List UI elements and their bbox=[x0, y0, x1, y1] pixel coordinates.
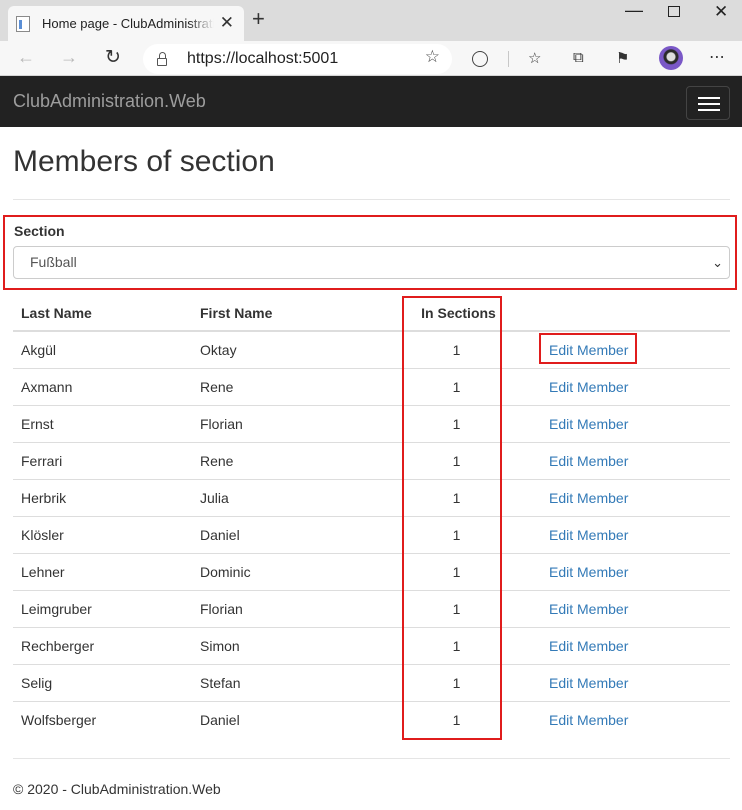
table-row: Klösler Daniel 1 Edit Member bbox=[13, 516, 730, 554]
cell-last-name: Lehner bbox=[13, 553, 192, 591]
cell-first-name: Rene bbox=[192, 368, 383, 406]
hamburger-menu-button[interactable] bbox=[686, 86, 730, 120]
cell-actions: Edit Member bbox=[520, 701, 730, 738]
edit-member-highlight-box bbox=[539, 333, 637, 364]
section-selected-value: Fußball bbox=[30, 254, 77, 270]
browser-tab-bar: Home page - ClubAdministration.Web ✕ + —… bbox=[0, 0, 742, 41]
cell-actions: Edit Member bbox=[520, 590, 730, 628]
cell-last-name: Selig bbox=[13, 664, 192, 702]
table-row: Wolfsberger Daniel 1 Edit Member bbox=[13, 701, 730, 738]
cell-first-name: Daniel bbox=[200, 711, 240, 728]
navbar-brand[interactable]: ClubAdministration.Web bbox=[13, 91, 206, 112]
cell-last-name: Wolfsberger bbox=[21, 711, 97, 728]
feedback-icon[interactable]: ⚑ bbox=[616, 49, 629, 67]
profile-avatar-icon[interactable] bbox=[659, 46, 683, 70]
collections-icon[interactable]: ⧉ bbox=[573, 49, 584, 66]
edit-member-link[interactable]: Edit Member bbox=[549, 527, 628, 543]
chevron-down-icon: ⌄ bbox=[712, 255, 723, 270]
favorites-list-icon[interactable]: ☆ bbox=[528, 49, 541, 67]
lock-icon[interactable] bbox=[157, 51, 167, 66]
cell-first-name: Julia bbox=[192, 479, 383, 517]
cell-actions: Edit Member bbox=[520, 553, 730, 591]
title-divider bbox=[13, 199, 730, 200]
table-row: Ferrari Rene 1 Edit Member bbox=[13, 442, 730, 480]
table-row: Rechberger Simon 1 Edit Member bbox=[13, 627, 730, 665]
reload-icon[interactable]: ↻ bbox=[105, 46, 121, 69]
cell-actions: Edit Member bbox=[520, 664, 730, 702]
cell-last-name: Axmann bbox=[13, 368, 192, 406]
table-header-row: Last Name First Name In Sections bbox=[13, 295, 730, 332]
more-options-icon[interactable]: ⋯ bbox=[709, 47, 725, 67]
cell-actions: Edit Member bbox=[520, 442, 730, 480]
column-header-last-name: Last Name bbox=[13, 295, 192, 332]
edit-member-link[interactable]: Edit Member bbox=[549, 416, 628, 432]
hamburger-bar-icon bbox=[698, 109, 720, 111]
cell-first-name: Stefan bbox=[192, 664, 383, 702]
table-row: Axmann Rene 1 Edit Member bbox=[13, 368, 730, 406]
cell-last-name: Akgül bbox=[13, 331, 192, 369]
footer-divider bbox=[13, 758, 730, 759]
column-header-actions bbox=[520, 295, 730, 332]
tab-title: Home page - ClubAdministration.Web bbox=[42, 16, 214, 31]
page-title: Members of section bbox=[13, 145, 275, 178]
footer-text: © 2020 - ClubAdministration.Web bbox=[13, 781, 221, 797]
edit-member-link[interactable]: Edit Member bbox=[549, 490, 628, 506]
close-tab-icon[interactable]: ✕ bbox=[220, 13, 234, 33]
cell-first-name: Oktay bbox=[192, 331, 383, 369]
cell-first-name: Florian bbox=[192, 590, 383, 628]
cell-actions: Edit Member bbox=[520, 479, 730, 517]
cell-first-name: Florian bbox=[192, 405, 383, 443]
cell-last-name: Leimgruber bbox=[13, 590, 192, 628]
table-row: Herbrik Julia 1 Edit Member bbox=[13, 479, 730, 517]
cell-actions: Edit Member bbox=[520, 516, 730, 554]
cell-actions: Edit Member bbox=[520, 405, 730, 443]
forward-arrow-icon[interactable]: → bbox=[60, 47, 78, 68]
cell-last-name: Klösler bbox=[13, 516, 192, 554]
table-row: Ernst Florian 1 Edit Member bbox=[13, 405, 730, 443]
table-row: Leimgruber Florian 1 Edit Member bbox=[13, 590, 730, 628]
column-header-first-name: First Name bbox=[192, 295, 383, 332]
in-sections-highlight-box bbox=[402, 296, 502, 740]
edit-member-link[interactable]: Edit Member bbox=[549, 379, 628, 395]
cell-last-name: Rechberger bbox=[13, 627, 192, 665]
window-close-icon[interactable]: ✕ bbox=[714, 2, 728, 22]
back-arrow-icon[interactable]: ← bbox=[17, 47, 35, 68]
reader-mode-icon[interactable] bbox=[472, 51, 488, 67]
cell-actions: Edit Member bbox=[520, 627, 730, 665]
cell-first-name: Rene bbox=[192, 442, 383, 480]
edit-member-link[interactable]: Edit Member bbox=[549, 601, 628, 617]
edit-member-link[interactable]: Edit Member bbox=[549, 712, 628, 728]
edit-member-link[interactable]: Edit Member bbox=[549, 453, 628, 469]
section-select[interactable]: Fußball ⌄ bbox=[13, 246, 730, 279]
cell-last-name: Herbrik bbox=[13, 479, 192, 517]
maximize-icon[interactable] bbox=[668, 6, 680, 17]
edit-member-link[interactable]: Edit Member bbox=[549, 564, 628, 580]
new-tab-icon[interactable]: + bbox=[252, 6, 265, 32]
hamburger-bar-icon bbox=[698, 103, 720, 105]
page-favicon-icon bbox=[16, 15, 30, 32]
edit-member-link[interactable]: Edit Member bbox=[549, 638, 628, 654]
url-text[interactable]: https://localhost:5001 bbox=[187, 50, 338, 68]
minimize-icon[interactable]: — bbox=[625, 0, 643, 21]
favorite-star-icon[interactable]: ☆ bbox=[425, 47, 440, 67]
hamburger-bar-icon bbox=[698, 97, 720, 99]
cell-first-name: Dominic bbox=[192, 553, 383, 591]
cell-first-name: Daniel bbox=[192, 516, 383, 554]
toolbar-divider bbox=[508, 51, 509, 67]
cell-last-name: Ferrari bbox=[13, 442, 192, 480]
table-row: Lehner Dominic 1 Edit Member bbox=[13, 553, 730, 591]
cell-actions: Edit Member bbox=[520, 368, 730, 406]
address-bar[interactable]: https://localhost:5001 ☆ bbox=[143, 44, 452, 74]
section-label: Section bbox=[14, 223, 65, 239]
browser-tab[interactable]: Home page - ClubAdministration.Web ✕ bbox=[8, 6, 244, 41]
table-row: Selig Stefan 1 Edit Member bbox=[13, 664, 730, 702]
browser-toolbar: ← → ↻ https://localhost:5001 ☆ ☆ ⧉ ⚑ ⋯ bbox=[0, 41, 742, 76]
app-navbar: ClubAdministration.Web bbox=[0, 76, 742, 127]
cell-first-name: Simon bbox=[192, 627, 383, 665]
cell-last-name: Ernst bbox=[13, 405, 192, 443]
edit-member-link[interactable]: Edit Member bbox=[549, 675, 628, 691]
